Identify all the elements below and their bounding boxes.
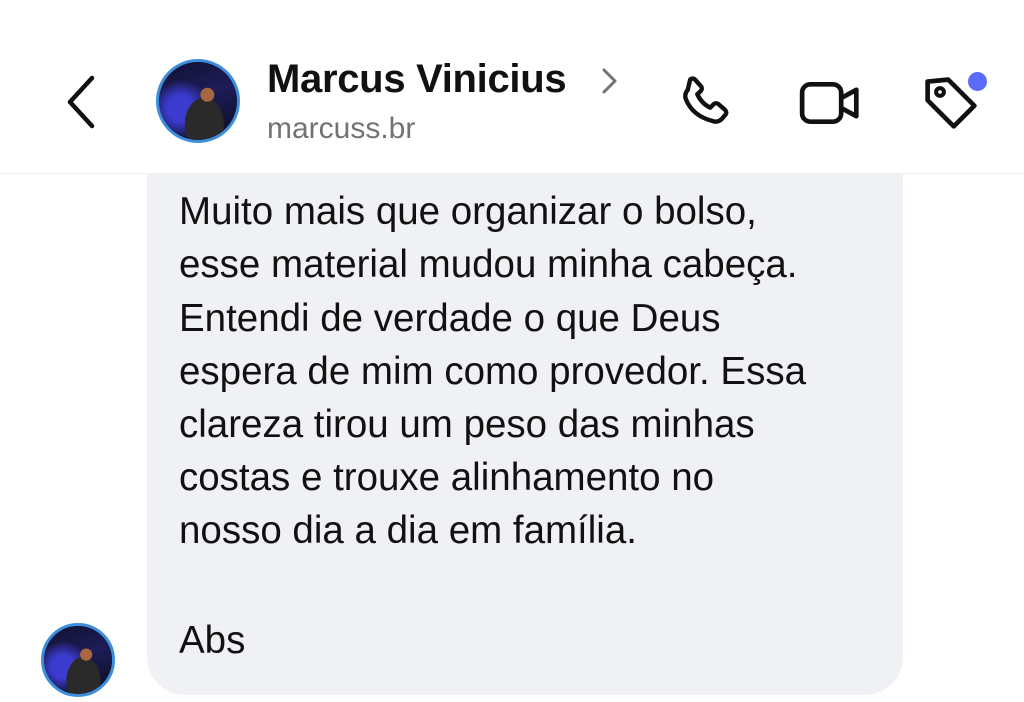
chevron-left-icon — [67, 75, 95, 129]
contact-avatar[interactable] — [156, 59, 240, 143]
back-button[interactable] — [58, 72, 106, 132]
chat-header: Marcus Vinicius marcuss.br — [0, 0, 1024, 174]
message-paragraph: Abs — [179, 619, 246, 662]
message-paragraph: Entendi de verdade o que Deus espera de … — [179, 297, 806, 552]
phone-icon — [683, 76, 729, 124]
sender-avatar[interactable] — [41, 623, 115, 697]
video-camera-icon — [799, 81, 859, 125]
avatar-image — [159, 62, 237, 140]
chevron-right-icon[interactable] — [596, 64, 622, 98]
notification-dot — [968, 72, 987, 91]
call-button[interactable] — [672, 70, 738, 136]
message-paragraph: Muito mais que organizar o bolso, esse m… — [179, 190, 798, 286]
avatar-image — [44, 626, 112, 694]
contact-username[interactable]: marcuss.br — [267, 112, 415, 146]
contact-name[interactable]: Marcus Vinicius — [267, 57, 567, 102]
video-call-button[interactable] — [798, 70, 864, 136]
